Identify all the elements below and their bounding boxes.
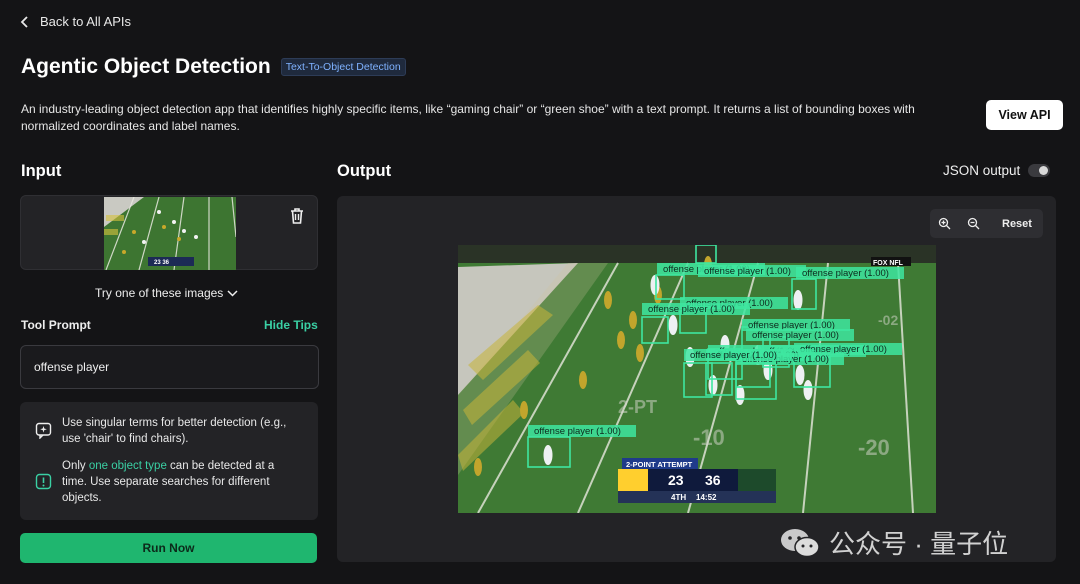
output-panel: Reset -10 -20 2-PT -02 offense offense p… — [337, 196, 1056, 562]
away-score: 23 — [668, 472, 684, 488]
watermark-text: 公众号 · 量子位 — [829, 529, 1009, 559]
detection-label: offense player (1.00) — [648, 304, 735, 315]
tip-singular-terms: Use singular terms for better detection … — [62, 417, 287, 445]
offense-player — [795, 365, 805, 385]
detection-label: offense player (1.00) — [704, 266, 791, 277]
json-output-control: JSON output — [943, 163, 1051, 178]
run-now-button[interactable]: Run Now — [20, 533, 317, 563]
football-field-image: -10 -20 2-PT -02 offense player (1.00) of… — [458, 245, 936, 513]
output-section-title: Output — [337, 162, 392, 180]
json-output-toggle[interactable] — [1028, 164, 1051, 177]
scoreboard-banner: 2-POINT ATTEMPT — [626, 460, 693, 469]
defense-player — [520, 401, 528, 419]
svg-text:2-PT: 2-PT — [618, 397, 657, 417]
tool-prompt-label: Tool Prompt — [21, 318, 91, 332]
defense-player — [604, 291, 612, 309]
wechat-logo-icon — [781, 528, 820, 557]
svg-text:-02: -02 — [878, 312, 898, 328]
chevron-left-icon — [20, 15, 28, 28]
input-image-box[interactable]: 23 36 — [20, 195, 318, 270]
network-logo: FOX NFL — [873, 260, 904, 267]
input-image-thumbnail: 23 36 — [104, 197, 236, 270]
page-title: Agentic Object Detection — [21, 55, 271, 78]
offense-player — [708, 375, 718, 395]
back-link[interactable]: Back to All APIs — [20, 14, 131, 29]
offense-player — [543, 445, 553, 465]
defense-player — [636, 344, 644, 362]
offense-player — [803, 380, 813, 400]
offense-player — [793, 290, 803, 310]
wechat-watermark: 公众号 · 量子位 — [779, 524, 1008, 561]
chevron-down-icon — [227, 290, 238, 297]
offense-player — [668, 315, 678, 335]
defense-player — [474, 458, 482, 476]
offense-player — [735, 385, 745, 405]
zoom-in-button[interactable] — [930, 209, 959, 238]
back-link-label: Back to All APIs — [40, 14, 132, 29]
hide-tips-link[interactable]: Hide Tips — [264, 318, 318, 332]
tip-one-object-type: Only one object type can be detected at … — [62, 458, 302, 506]
page-description: An industry-leading object detection app… — [21, 102, 915, 133]
zoom-out-icon — [967, 217, 980, 230]
info-icon — [35, 473, 52, 490]
svg-text:-20: -20 — [858, 435, 890, 460]
defense-player — [617, 331, 625, 349]
input-section-title: Input — [21, 162, 62, 180]
defense-player — [579, 371, 587, 389]
tips-panel: Use singular terms for better detection … — [20, 402, 318, 520]
try-images-label: Try one of these images — [95, 286, 224, 300]
zoom-controls: Reset — [930, 209, 1043, 238]
json-output-label: JSON output — [943, 163, 1021, 178]
tip2-prefix: Only — [62, 460, 89, 472]
tool-prompt-input[interactable] — [20, 345, 319, 389]
view-api-button[interactable]: View API — [986, 100, 1063, 130]
zoom-out-button[interactable] — [959, 209, 988, 238]
zoom-in-icon — [938, 217, 951, 230]
category-tag: Text-To-Object Detection — [280, 58, 406, 76]
title-row: Agentic Object Detection Text-To-Object … — [21, 55, 406, 79]
sparkle-chat-icon — [35, 422, 52, 439]
game-clock: 14:52 — [696, 493, 717, 502]
offense-player — [650, 275, 660, 295]
quarter: 4TH — [671, 493, 686, 502]
svg-text:-10: -10 — [693, 425, 725, 450]
reset-zoom-button[interactable]: Reset — [1002, 218, 1032, 230]
home-score: 36 — [705, 472, 721, 488]
defense-player — [629, 311, 637, 329]
detection-label: offense player (1.00) — [690, 350, 777, 361]
try-images-dropdown[interactable]: Try one of these images — [95, 286, 238, 300]
detection-label: offense player (1.00) — [534, 426, 621, 437]
detection-label: offense player (1.00) — [802, 268, 889, 279]
detection-result-image: -10 -20 2-PT -02 offense player (1.00) of… — [458, 245, 936, 513]
svg-text:23 36: 23 36 — [154, 260, 170, 266]
detection-label: offense player (1.00) — [752, 330, 839, 341]
one-object-type-link[interactable]: one object type — [89, 460, 167, 472]
trash-icon[interactable] — [289, 207, 305, 225]
